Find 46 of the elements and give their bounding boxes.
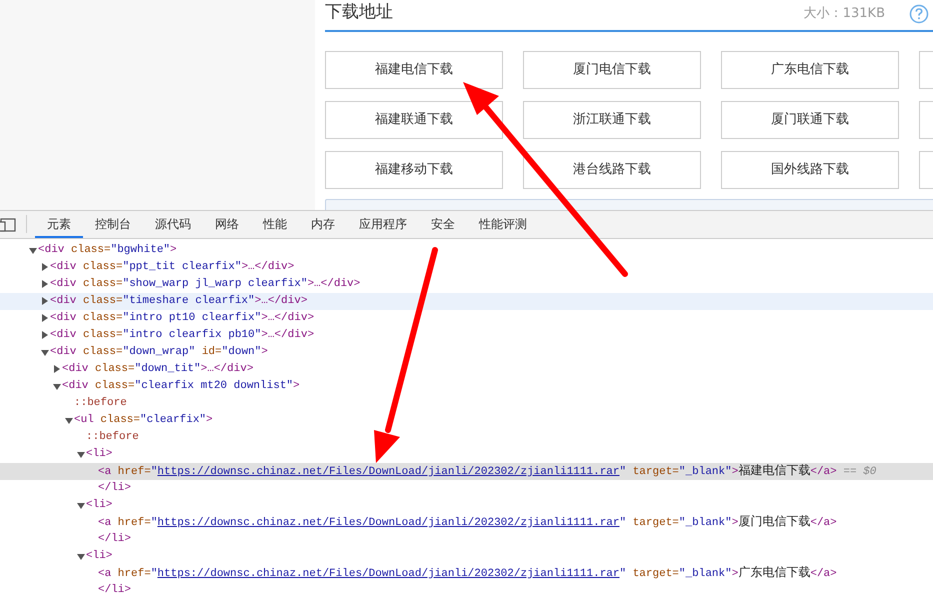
code-line: </li> bbox=[98, 583, 132, 598]
devtools-tab[interactable]: 安全 bbox=[419, 211, 467, 238]
code-line: ::before bbox=[86, 430, 139, 445]
code-line: <a href="https://downsc.chinaz.net/Files/DownLoad/jianli/202302/zjianli1111.rar" target="_blank">广东电信下载</a> bbox=[98, 564, 837, 582]
code-line: <div class="down_wrap" id="down"> bbox=[50, 345, 268, 360]
tree-row-highlight[interactable]: <div class="timeshare clearfix">…</div> bbox=[0, 293, 933, 310]
download-button[interactable]: 港台线路下载 bbox=[523, 151, 701, 189]
code-line: <li> bbox=[86, 447, 112, 462]
code-line: <div class="show_warp jl_warp clearfix">…</div> bbox=[50, 277, 360, 292]
devtools-tab[interactable]: 性能 bbox=[251, 211, 299, 238]
download-button[interactable]: 浙江联通下载 bbox=[523, 101, 701, 139]
code-line: </li> bbox=[98, 481, 132, 496]
code-line: <a href="https://downsc.chinaz.net/Files/DownLoad/jianli/202302/zjianli1111.rar" target="_blank">福建电信下载</a> == $0 bbox=[98, 462, 876, 480]
download-button[interactable]: 国外线路下载 bbox=[721, 151, 899, 189]
download-button[interactable]: 厦门联通下载 bbox=[721, 101, 899, 139]
link[interactable]: https://downsc.chinaz.net/Files/DownLoad/jianli/202302/zjianli1111.rar bbox=[157, 517, 620, 529]
code-line: <div class="intro pt10 clearfix">…</div> bbox=[50, 311, 314, 326]
code-line: ::before bbox=[74, 396, 127, 411]
code-line: <a href="https://downsc.chinaz.net/Files/DownLoad/jianli/202302/zjianli1111.rar" target="_blank">厦门电信下载</a> bbox=[98, 513, 837, 531]
code-line: </li> bbox=[98, 532, 132, 547]
download-button[interactable]: 福建移动下载 bbox=[325, 151, 503, 189]
code-line: <div class="intro clearfix pb10">…</div> bbox=[50, 328, 314, 343]
download-button[interactable]: 福建电信下载 bbox=[325, 51, 503, 89]
code-line: <ul class="clearfix"> bbox=[74, 413, 213, 428]
code-line: <div class="timeshare clearfix">…</div> bbox=[50, 294, 308, 309]
file-size: 大小：131KB bbox=[804, 5, 885, 23]
download-button[interactable]: 厦门电信下载 bbox=[523, 51, 701, 89]
code-line: <div class="down_tit">…</div> bbox=[62, 362, 254, 377]
section-title: 下载地址 bbox=[325, 1, 393, 24]
devtools-tab[interactable]: 网络 bbox=[203, 211, 251, 238]
devtools-tab[interactable]: 应用程序 bbox=[347, 211, 419, 238]
tree-row-highlight[interactable]: <a href="https://downsc.chinaz.net/Files/DownLoad/jianli/202302/zjianli1111.rar" target="_blank">福建电信下载</a> == $0 bbox=[0, 463, 933, 480]
code-line: <div class="ppt_tit clearfix">…</div> bbox=[50, 260, 294, 275]
devtools-tab[interactable]: 源代码 bbox=[143, 211, 203, 238]
code-line: <div class="clearfix mt20 downlist"> bbox=[62, 379, 300, 394]
code-line: <div class="bgwhite"> bbox=[38, 243, 177, 258]
devtools-tab[interactable]: 内存 bbox=[299, 211, 347, 238]
download-button[interactable]: 福建联通下载 bbox=[325, 101, 503, 139]
link[interactable]: https://downsc.chinaz.net/Files/DownLoad/jianli/202302/zjianli1111.rar bbox=[157, 568, 620, 580]
code-line: <li> bbox=[86, 549, 112, 564]
devtools-tab[interactable]: 性能评测 bbox=[467, 211, 539, 238]
code-line: <li> bbox=[86, 498, 112, 513]
link[interactable]: https://downsc.chinaz.net/Files/DownLoad/jianli/202302/zjianli1111.rar bbox=[157, 466, 620, 478]
devtools-tab[interactable]: 控制台 bbox=[83, 211, 143, 238]
download-button[interactable]: 广东电信下载 bbox=[721, 51, 899, 89]
devtools-tab[interactable]: 元素 bbox=[35, 211, 83, 238]
